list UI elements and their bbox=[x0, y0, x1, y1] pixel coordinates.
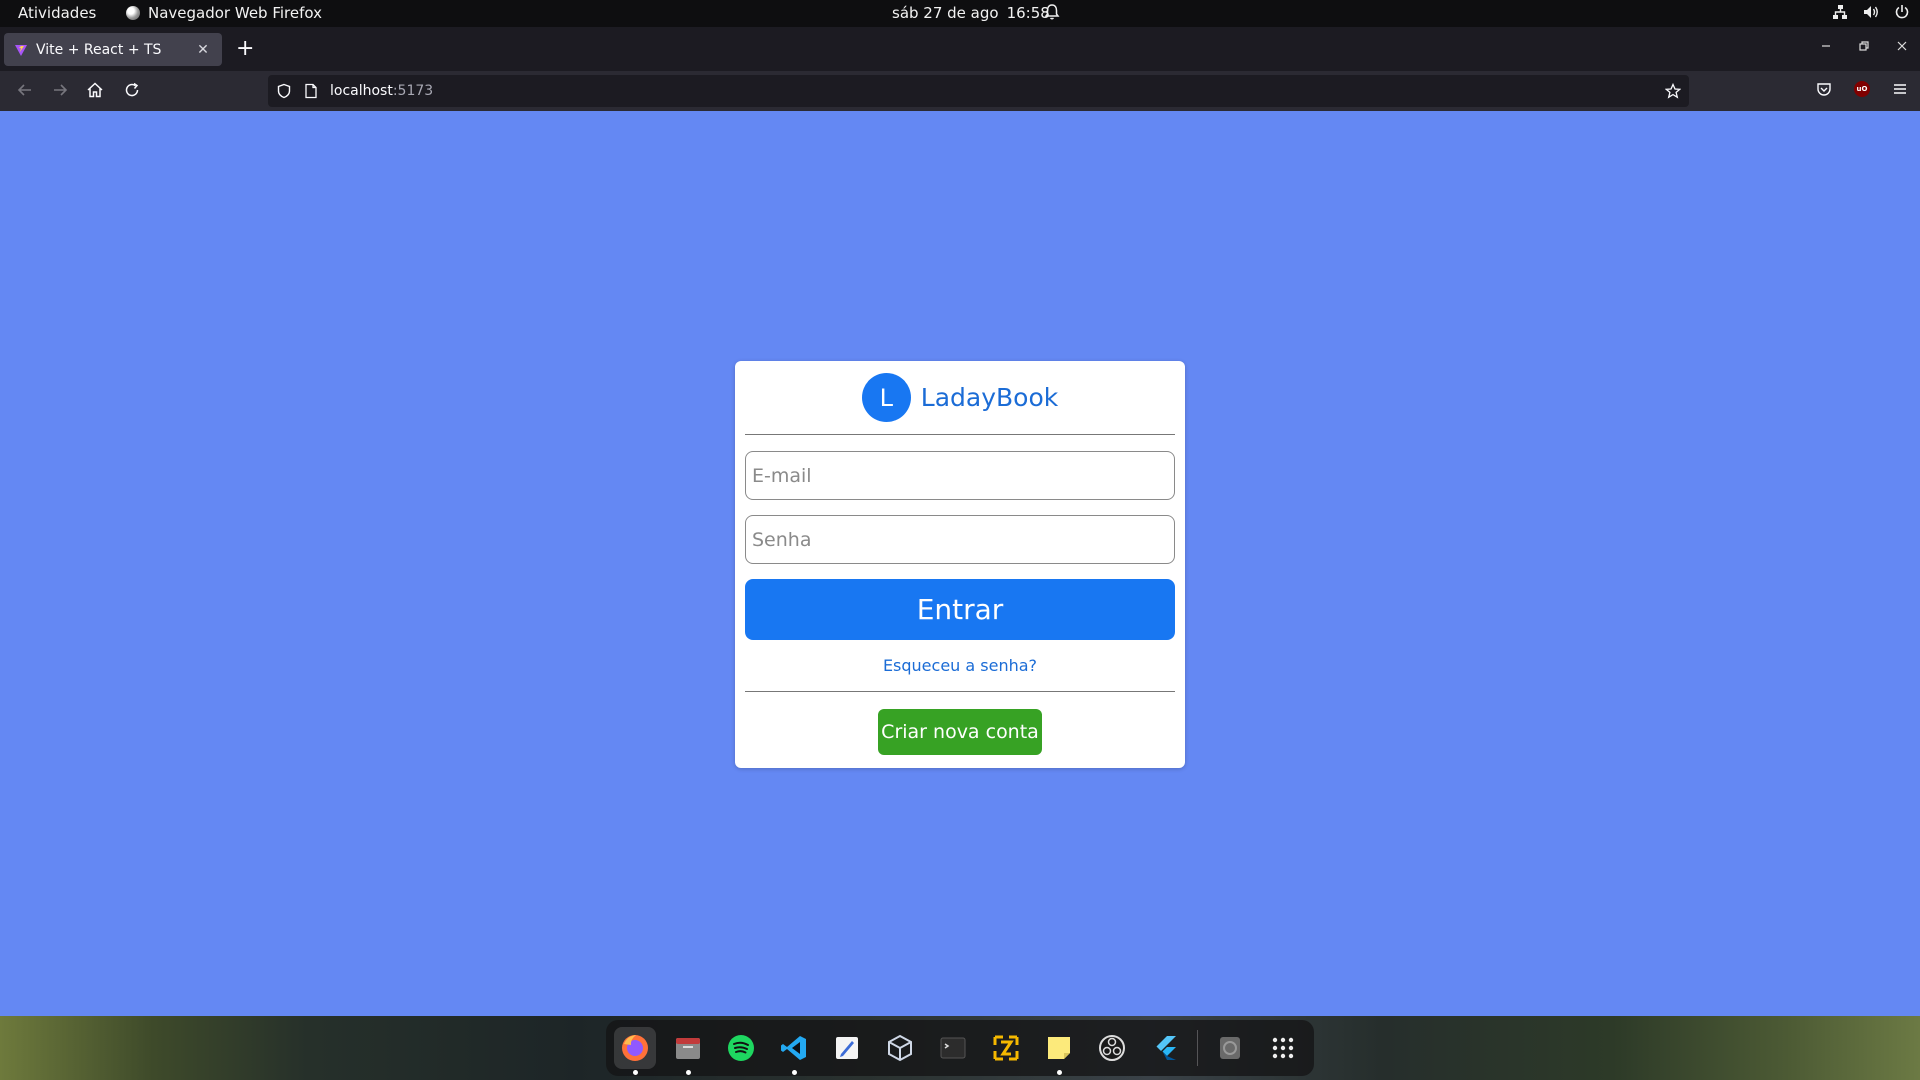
email-field[interactable] bbox=[745, 451, 1175, 500]
vscode-icon[interactable] bbox=[773, 1027, 815, 1075]
restore-icon[interactable] bbox=[1858, 40, 1870, 52]
window-controls bbox=[1820, 40, 1908, 52]
forgot-password-link[interactable]: Esqueceu a senha? bbox=[745, 656, 1175, 675]
flutter-icon[interactable] bbox=[1144, 1027, 1186, 1069]
vite-favicon-icon bbox=[15, 44, 27, 56]
files-icon[interactable] bbox=[667, 1027, 709, 1075]
login-button[interactable]: Entrar bbox=[745, 579, 1175, 640]
back-icon[interactable] bbox=[16, 81, 34, 99]
new-tab-icon[interactable]: + bbox=[236, 38, 254, 60]
browser-tab[interactable]: Vite + React + TS ✕ bbox=[4, 33, 222, 66]
clock[interactable]: sáb 27 de ago 16:58 bbox=[892, 4, 1050, 22]
navigation-bar: localhost:5173 uO bbox=[0, 71, 1920, 111]
password-field[interactable] bbox=[745, 515, 1175, 564]
app-menu-label: Navegador Web Firefox bbox=[148, 4, 322, 22]
system-top-bar: Atividades Navegador Web Firefox sáb 27 … bbox=[0, 0, 1920, 27]
divider bbox=[745, 691, 1175, 692]
close-tab-icon[interactable]: ✕ bbox=[194, 42, 212, 58]
close-window-icon[interactable] bbox=[1896, 40, 1908, 52]
reload-icon[interactable] bbox=[123, 81, 141, 99]
volume-icon[interactable] bbox=[1862, 3, 1880, 21]
bookmark-star-icon[interactable] bbox=[1665, 83, 1681, 99]
app-grid-icon[interactable] bbox=[1262, 1027, 1304, 1069]
clock-date: sáb 27 de ago bbox=[892, 4, 999, 22]
dock bbox=[606, 1020, 1314, 1076]
url-port: :5173 bbox=[392, 83, 434, 99]
activities-button[interactable]: Atividades bbox=[18, 4, 96, 22]
page-viewport: L LadayBook Entrar Esqueceu a senha? Cri… bbox=[0, 111, 1920, 1016]
tab-strip: Vite + React + TS ✕ + bbox=[0, 27, 1920, 71]
disk-icon[interactable] bbox=[1209, 1027, 1251, 1069]
url-bar[interactable]: localhost:5173 bbox=[268, 75, 1689, 107]
obs-icon[interactable] bbox=[1091, 1027, 1133, 1069]
running-indicator bbox=[792, 1070, 797, 1075]
running-indicator bbox=[1057, 1070, 1062, 1075]
power-icon[interactable] bbox=[1894, 3, 1910, 21]
terminal-icon[interactable] bbox=[932, 1027, 974, 1069]
ublock-origin-icon[interactable]: uO bbox=[1854, 81, 1870, 97]
minimize-icon[interactable] bbox=[1820, 40, 1832, 52]
text-editor-icon[interactable] bbox=[826, 1027, 868, 1069]
brand-name: LadayBook bbox=[920, 383, 1059, 412]
login-card: L LadayBook Entrar Esqueceu a senha? Cri… bbox=[735, 361, 1185, 768]
dock-separator bbox=[1197, 1030, 1198, 1066]
firefox-icon[interactable] bbox=[614, 1027, 656, 1075]
pocket-icon[interactable] bbox=[1816, 81, 1832, 97]
app-menu[interactable]: Navegador Web Firefox bbox=[126, 4, 322, 22]
toolbar-right: uO bbox=[1816, 81, 1908, 97]
virtualbox-icon[interactable] bbox=[879, 1027, 921, 1069]
running-indicator bbox=[686, 1070, 691, 1075]
menu-hamburger-icon[interactable] bbox=[1892, 81, 1908, 97]
tracking-protection-icon[interactable] bbox=[276, 83, 292, 99]
tab-title: Vite + React + TS bbox=[36, 41, 162, 58]
brand-header: L LadayBook bbox=[745, 361, 1175, 435]
system-tray[interactable] bbox=[1832, 3, 1910, 21]
url-text[interactable]: localhost:5173 bbox=[330, 83, 433, 99]
filezilla-icon[interactable] bbox=[985, 1027, 1027, 1069]
page-info-icon[interactable] bbox=[304, 83, 318, 99]
spotify-icon[interactable] bbox=[720, 1027, 762, 1069]
network-icon[interactable] bbox=[1832, 3, 1848, 21]
url-host: localhost bbox=[330, 83, 393, 99]
firefox-small-icon bbox=[126, 6, 140, 20]
running-indicator bbox=[633, 1070, 638, 1075]
notification-bell-icon[interactable] bbox=[1044, 3, 1060, 21]
create-account-button[interactable]: Criar nova conta bbox=[878, 709, 1042, 755]
brand-logo: L bbox=[861, 373, 911, 422]
forward-icon[interactable] bbox=[51, 81, 69, 99]
home-icon[interactable] bbox=[86, 81, 104, 99]
sticky-notes-icon[interactable] bbox=[1038, 1027, 1080, 1075]
